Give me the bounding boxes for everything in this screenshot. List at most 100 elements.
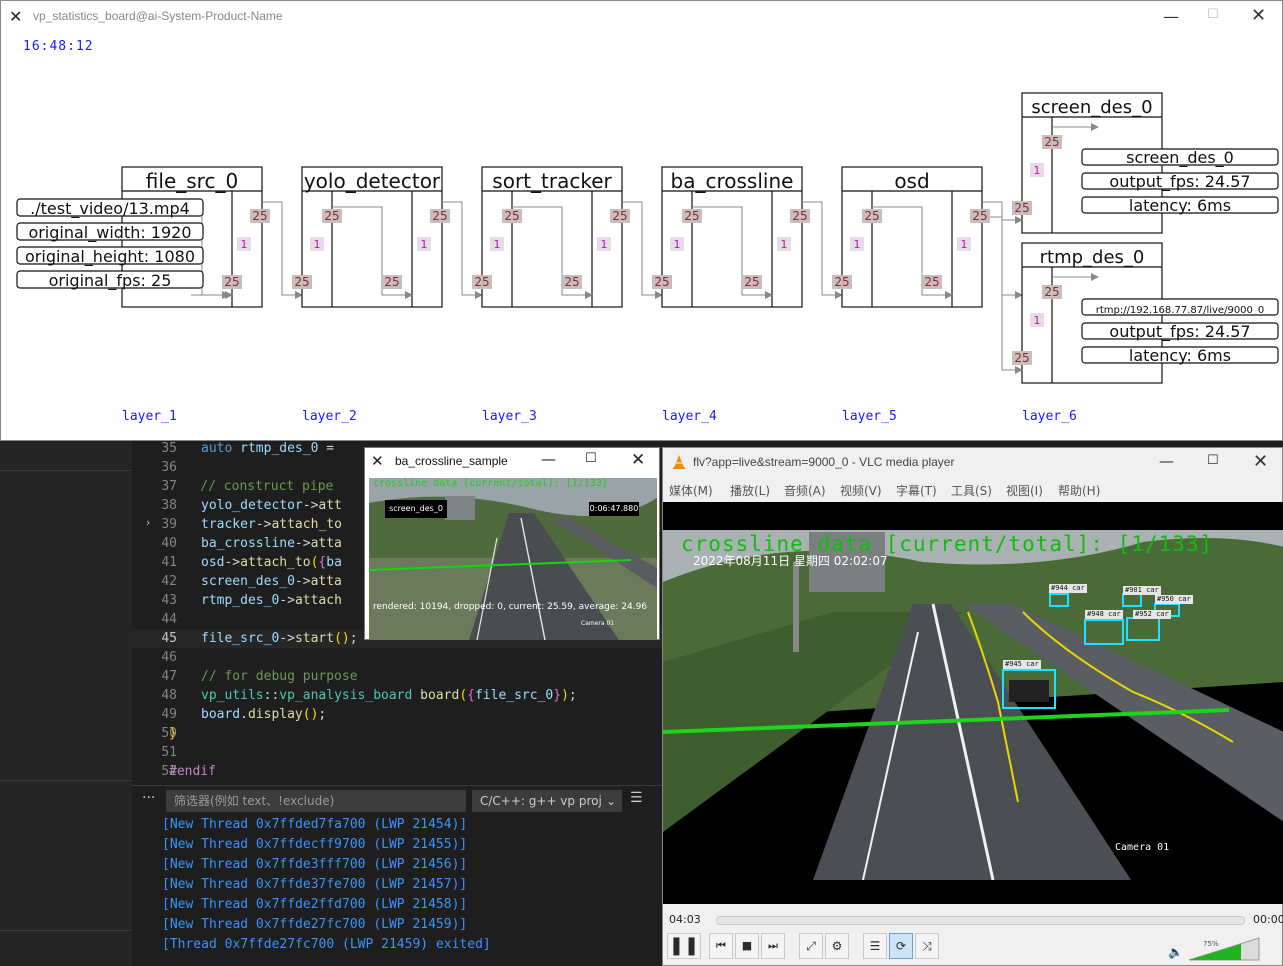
timestamp-overlay: 2022年08月11日 星期四 02:02:07 [693, 554, 888, 568]
list-menu-icon[interactable]: ☰ [630, 790, 643, 806]
node-title: ba_crossline [671, 169, 794, 193]
menu-playback[interactable]: 播放(L) [730, 482, 770, 499]
menu-audio[interactable]: 音频(A) [784, 482, 826, 499]
speaker-icon[interactable]: 🔈 [1168, 945, 1183, 959]
stop-button[interactable]: ■ [735, 933, 759, 959]
maximize-button[interactable]: ☐ [585, 451, 597, 466]
render-stats: rendered: 10194, dropped: 0, current: 25… [373, 602, 648, 612]
info-text: rtmp://192.168.77.87/live/9000_0 [1096, 305, 1265, 316]
queue-count: 25 [504, 209, 519, 223]
car-label: #945 car [1003, 660, 1041, 669]
statistics-board-window: ✕ vp_statistics_board@ai-System-Product-… [0, 0, 1283, 441]
queue-count: 25 [324, 209, 339, 223]
queue-count: 25 [1014, 351, 1029, 365]
console-line: [New Thread 0x7ffded7fa700 (LWP 21454)] [162, 817, 468, 832]
playlist-button[interactable]: ☰ [863, 933, 887, 959]
prompt-caret-icon: › [146, 516, 151, 529]
volume-slider[interactable] [1187, 936, 1261, 962]
menu-media[interactable]: 媒体(M) [669, 482, 713, 499]
extended-settings-button[interactable]: ⚙ [825, 933, 849, 959]
minimize-button[interactable]: — [541, 450, 556, 468]
seek-bar[interactable] [716, 916, 1245, 925]
more-actions-icon[interactable]: ··· [142, 790, 155, 806]
layer-label: layer_6 [1022, 409, 1077, 424]
menu-help[interactable]: 帮助(H) [1058, 482, 1100, 499]
menu-subtitle[interactable]: 字幕(T) [896, 482, 937, 499]
car-label: #948 car [1085, 610, 1123, 619]
layer-label: layer_2 [302, 409, 357, 424]
volume-percent: 75% [1203, 940, 1219, 948]
maximize-button[interactable]: ☐ [1207, 453, 1219, 468]
code-line: 49 board.display(); [161, 707, 327, 722]
video-area[interactable]: crossline data [current/total]: [1/133] … [663, 502, 1283, 904]
info-text: latency: 6ms [1129, 346, 1231, 365]
close-button[interactable]: ✕ [1253, 451, 1268, 472]
info-text: ./test_video/13.mp4 [30, 199, 190, 219]
explorer-sidebar [0, 440, 132, 966]
launch-config-select[interactable]: C/C++: g++ vp proj ⌄ [472, 790, 622, 812]
node-title: yolo_detector [304, 169, 441, 193]
mid-count: 1 [961, 238, 968, 251]
code-line: 52#endif [161, 764, 216, 779]
launch-config-label: C/C++: g++ vp proj [480, 794, 602, 808]
loop-button[interactable]: ⟳ [889, 933, 913, 959]
pause-button[interactable]: ❚❚ [667, 933, 701, 959]
console-filter-input[interactable]: 筛选器(例如 text、!exclude) [166, 790, 466, 812]
code-line: 51 [161, 745, 177, 760]
mid-count: 1 [1034, 164, 1041, 177]
code-line: 47// for debug purpose [161, 669, 358, 684]
menu-view[interactable]: 视图(I) [1006, 482, 1043, 499]
node-title: rtmp_des_0 [1040, 247, 1145, 268]
crossline-header: crossline data [current/total]: [1/133] [373, 478, 608, 489]
queue-count: 25 [924, 275, 939, 289]
mid-count: 1 [241, 238, 248, 251]
timer-readout: 0:06:47.880 [589, 502, 639, 516]
menu-tools[interactable]: 工具(S) [951, 482, 992, 499]
layer-label: layer_4 [662, 409, 717, 424]
queue-count: 25 [1044, 135, 1059, 149]
layer-label: layer_3 [482, 409, 537, 424]
code-line: 50} [161, 726, 177, 741]
console-line: [New Thread 0x7ffdecff9700 (LWP 21455)] [162, 837, 468, 852]
fullscreen-button[interactable]: ⤢ [799, 933, 823, 959]
elapsed-time: 04:03 [669, 913, 701, 926]
queue-count: 25 [224, 275, 239, 289]
info-text: latency: 6ms [1129, 196, 1231, 215]
menu-video[interactable]: 视频(V) [840, 482, 882, 499]
node-title: osd [894, 169, 929, 193]
debug-console-toolbar: ··· 筛选器(例如 text、!exclude) C/C++: g++ vp … [132, 785, 662, 813]
car-label: #950 car [1155, 595, 1193, 604]
queue-count: 25 [612, 209, 627, 223]
mid-count: 1 [314, 238, 321, 251]
node-title: sort_tracker [492, 169, 612, 193]
close-button[interactable]: ✕ [631, 450, 645, 470]
shuffle-button[interactable]: ⤨ [915, 933, 939, 959]
mid-count: 1 [601, 238, 608, 251]
crossline-sample-window: ✕ ba_crossline_sample — ☐ ✕ crossline da… [364, 447, 660, 640]
minimize-button[interactable]: — [1159, 452, 1174, 470]
camera-label: Camera 01 [1115, 842, 1170, 853]
console-line: [New Thread 0x7ffde3fff700 (LWP 21456)] [162, 857, 468, 872]
previous-button[interactable]: ⏮ [709, 933, 733, 959]
mid-count: 1 [674, 238, 681, 251]
info-text: original_height: 1080 [25, 247, 195, 267]
x11-icon: ✕ [371, 452, 384, 470]
info-text: original_fps: 25 [49, 271, 172, 291]
mid-count: 1 [421, 238, 428, 251]
info-text: screen_des_0 [1126, 148, 1234, 168]
node-title: file_src_0 [146, 169, 238, 193]
mid-count: 1 [1034, 314, 1041, 327]
window-title: ba_crossline_sample [395, 454, 508, 468]
queue-count: 25 [432, 209, 447, 223]
console-line: [New Thread 0x7ffde27fc700 (LWP 21459)] [162, 917, 468, 932]
mid-count: 1 [854, 238, 861, 251]
queue-count: 25 [1014, 201, 1029, 215]
next-button[interactable]: ⏭ [761, 933, 785, 959]
layer-label: layer_5 [842, 409, 897, 424]
queue-count: 25 [744, 275, 759, 289]
queue-count: 25 [1044, 285, 1059, 299]
queue-count: 25 [252, 209, 267, 223]
screen-label: screen_des_0 [385, 500, 447, 518]
console-line: [Thread 0x7ffde27fc700 (LWP 21459) exite… [162, 937, 491, 952]
queue-count: 25 [384, 275, 399, 289]
